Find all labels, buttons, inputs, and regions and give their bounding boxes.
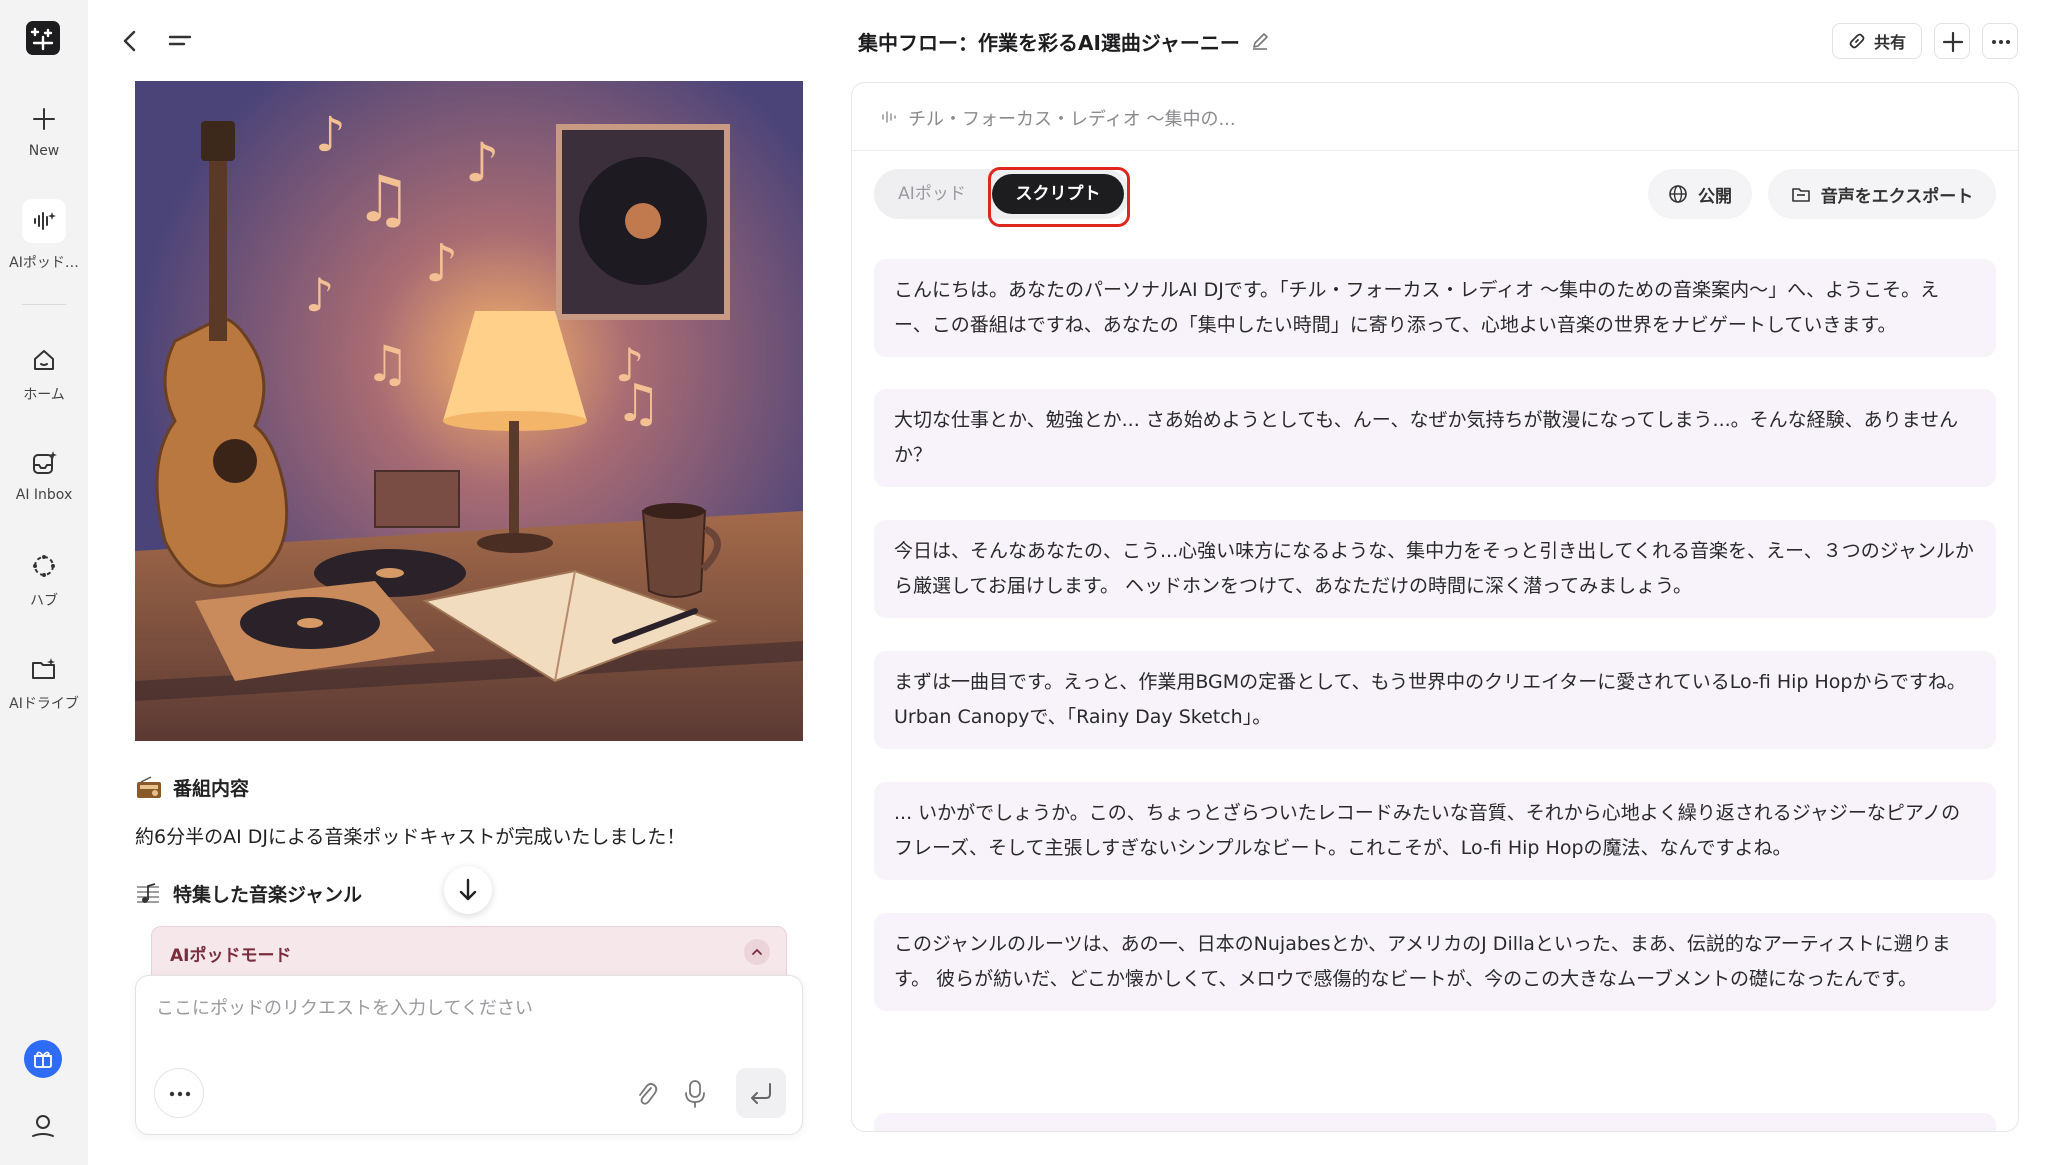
rail-inbox-label: AI Inbox — [15, 487, 73, 503]
app-logo-icon[interactable] — [26, 21, 60, 55]
share-button[interactable]: 共有 — [1832, 23, 1922, 59]
more-dots-icon — [1992, 40, 2010, 44]
left-rail: New AIポッド… ホーム AI Inbox ハブ AIドライブ — [0, 0, 88, 1165]
home-icon — [34, 350, 54, 370]
export-audio-button[interactable]: 音声をエクスポート — [1768, 169, 1996, 219]
section1-title: 番組内容 — [173, 778, 250, 800]
section1-body: 約6分半のAI DJによる音楽ポッドキャストが完成いたしました！ — [135, 826, 686, 848]
publish-label: 公開 — [1698, 186, 1732, 207]
title-area: 集中フロー：作業を彩るAI選曲ジャーニー — [858, 26, 1270, 56]
export-label: 音声をエクスポート — [1820, 186, 1974, 207]
panel-header: チル・フォーカス・レディオ 〜集中の... — [852, 83, 2018, 151]
edit-pencil-icon[interactable] — [1250, 31, 1270, 51]
ai-pod-mode-bar[interactable]: AIポッドモード — [151, 926, 787, 978]
inbox-icon — [33, 451, 57, 474]
user-icon[interactable] — [27, 1110, 59, 1142]
rail-new[interactable]: New — [0, 104, 88, 159]
globe-icon — [1669, 185, 1687, 203]
podcast-cover-image: ♪ ♫ ♪ ♪ ♪ ♫ ♪ ♫ — [135, 81, 803, 741]
script-paragraph-partial — [874, 1113, 1996, 1131]
svg-text:♪: ♪ — [315, 107, 346, 163]
scroll-down-button[interactable] — [444, 866, 492, 914]
genre-heading: 特集した音楽ジャンル — [135, 880, 362, 907]
rail-podcast[interactable]: AIポッド… — [0, 199, 88, 272]
composer-options-button[interactable] — [154, 1068, 204, 1118]
request-composer — [135, 975, 803, 1135]
podcast-icon-box — [22, 199, 66, 243]
tab-ai-pod[interactable]: AIポッド — [878, 174, 986, 214]
rail-inbox[interactable]: AI Inbox — [0, 448, 88, 503]
script-paragraph: 大切な仕事とか、勉強とか... さあ始めようとしても、んー、なぜか気持ちが散漫に… — [874, 389, 1996, 487]
enter-arrow-icon — [751, 1083, 771, 1104]
script-paragraph: 今日は、そんなあなたの、こう...心強い味方になるような、集中力をそっと引き出し… — [874, 520, 1996, 618]
view-tabs: AIポッド スクリプト — [874, 169, 1130, 219]
more-options-button[interactable] — [1982, 23, 2018, 59]
gift-button[interactable] — [24, 1040, 62, 1078]
chevron-up-icon — [752, 948, 762, 955]
section2-title: 特集した音楽ジャンル — [173, 884, 363, 906]
waveform-sparkle-icon — [34, 212, 56, 230]
svg-text:♪: ♪ — [465, 131, 499, 194]
rail-drive[interactable]: AIドライブ — [0, 654, 88, 713]
rail-divider — [22, 304, 66, 305]
hub-icon — [33, 555, 55, 577]
tab-script[interactable]: スクリプト — [992, 174, 1124, 214]
program-content-heading: 番組内容 — [135, 774, 249, 801]
script-paragraph: まずは一曲目です。えっと、作業用BGMの定番として、もう世界中のクリエイターに愛… — [874, 651, 1996, 749]
rail-podcast-label: AIポッド… — [9, 255, 79, 271]
script-paragraph: このジャンルのルーツは、あの一、日本のNujabesとか、アメリカのJ Dill… — [874, 913, 1996, 1011]
back-chevron-icon[interactable] — [118, 28, 142, 54]
rail-new-label: New — [28, 143, 60, 159]
svg-text:♫: ♫ — [355, 163, 412, 237]
panel-header-title: チル・フォーカス・レディオ 〜集中の... — [908, 109, 1236, 130]
link-icon — [1849, 33, 1865, 49]
radio-icon — [137, 775, 161, 798]
mode-collapse-toggle[interactable] — [744, 939, 770, 965]
paperclip-icon[interactable] — [634, 1080, 660, 1108]
script-paragraph: こんにちは。あなたのパーソナルAI DJです。「チル・フォーカス・レディオ 〜集… — [874, 259, 1996, 357]
publish-button[interactable]: 公開 — [1648, 169, 1752, 219]
rail-drive-label: AIドライブ — [9, 696, 79, 712]
rail-home-label: ホーム — [23, 387, 65, 403]
svg-text:♪: ♪ — [425, 234, 458, 294]
new-tab-button[interactable] — [1934, 23, 1970, 59]
rail-hub[interactable]: ハブ — [0, 551, 88, 610]
script-paragraph: ... いかがでしょうか。この、ちょっとざらついたレコードみたいな音質、それから… — [874, 782, 1996, 880]
rail-home[interactable]: ホーム — [0, 345, 88, 404]
folder-icon — [32, 658, 55, 679]
svg-text:♪: ♪ — [305, 268, 334, 322]
plus-icon — [1942, 31, 1964, 53]
folder-export-icon — [1791, 188, 1810, 202]
send-button[interactable] — [736, 1068, 786, 1118]
page-title: 集中フロー：作業を彩るAI選曲ジャーニー — [858, 30, 1240, 55]
waveform-icon — [882, 111, 896, 123]
svg-text:♫: ♫ — [615, 374, 662, 434]
request-input[interactable] — [156, 994, 776, 1054]
plus-icon — [33, 108, 55, 130]
rail-hub-label: ハブ — [30, 593, 58, 609]
gift-icon — [34, 1051, 52, 1068]
sheet-music-icon — [137, 882, 159, 903]
svg-text:♫: ♫ — [365, 335, 410, 393]
more-dots-icon — [169, 1091, 191, 1097]
script-panel: チル・フォーカス・レディオ 〜集中の... AIポッド スクリプト 公開 音声を… — [851, 82, 2019, 1132]
mode-label: AIポッドモード — [170, 946, 292, 966]
arrow-down-icon — [459, 878, 477, 901]
menu-icon[interactable] — [166, 30, 194, 54]
microphone-icon[interactable] — [682, 1078, 708, 1110]
share-label: 共有 — [1873, 33, 1906, 52]
